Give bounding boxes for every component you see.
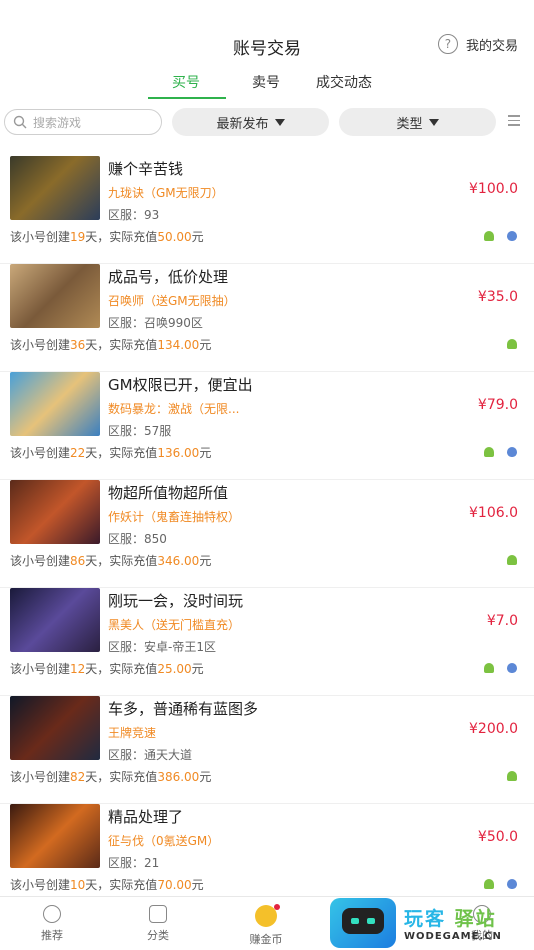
help-icon: ? <box>437 34 458 54</box>
list-item[interactable]: 物超所值物超所值 作妖计（鬼畜连抽特权） 区服：850 ¥106.0 该小号创建… <box>0 480 534 588</box>
sort-label: 最新发布 <box>216 116 269 132</box>
android-icon <box>507 339 517 349</box>
caret-down-icon <box>274 118 285 126</box>
item-server: 区服：57服 <box>108 424 172 438</box>
my-trade-label: 我的交易 <box>465 38 518 54</box>
filter-bar: 搜索游戏 最新发布 类型 <box>0 108 534 136</box>
item-info: 该小号创建86天，实际充值346.00元 <box>10 554 212 568</box>
tab-bar: 买号 卖号 成交动态 <box>0 72 534 100</box>
nav-earn-coins[interactable]: 赚金币 <box>236 904 296 947</box>
tab-sell[interactable]: 卖号 <box>252 72 280 92</box>
apple-icon <box>507 879 517 889</box>
item-info: 该小号创建36天，实际充值134.00元 <box>10 338 212 352</box>
game-thumbnail <box>10 264 100 328</box>
item-info: 该小号创建10天，实际充值70.00元 <box>10 878 204 892</box>
apple-icon <box>507 663 517 673</box>
item-title: 成品号，低价处理 <box>108 268 229 286</box>
search-icon <box>13 115 27 129</box>
game-thumbnail <box>10 696 100 760</box>
item-info: 该小号创建22天，实际充值136.00元 <box>10 446 212 460</box>
item-price: ¥35.0 <box>477 289 518 305</box>
category-icon <box>149 905 167 923</box>
apple-icon <box>507 447 517 457</box>
item-server: 区服：850 <box>108 532 167 546</box>
list-item[interactable]: 赚个辛苦钱 九珑诀（GM无限刀） 区服：93 ¥100.0 该小号创建19天，实… <box>0 156 534 264</box>
item-title: 赚个辛苦钱 <box>108 160 184 178</box>
item-game: 黑美人（送无门槛直充） <box>108 618 241 632</box>
list-item[interactable]: GM权限已开，便宜出 数码暴龙：激战（无限... 区服：57服 ¥79.0 该小… <box>0 372 534 480</box>
item-price: ¥106.0 <box>469 505 518 521</box>
tab-deals[interactable]: 成交动态 <box>316 72 372 92</box>
game-thumbnail <box>10 156 100 220</box>
nav-category[interactable]: 分类 <box>128 905 188 943</box>
header: 账号交易 ? 我的交易 <box>0 0 534 70</box>
item-info: 该小号创建19天，实际充值50.00元 <box>10 230 204 244</box>
game-thumbnail <box>10 588 100 652</box>
android-icon <box>484 879 494 889</box>
item-title: GM权限已开，便宜出 <box>108 376 253 394</box>
item-game: 九珑诀（GM无限刀） <box>108 186 224 200</box>
list-item[interactable]: 车多，普通稀有蓝图多 王牌竞速 区服：通天大道 ¥200.0 该小号创建82天，… <box>0 696 534 804</box>
game-thumbnail <box>10 372 100 436</box>
item-price: ¥79.0 <box>477 397 518 413</box>
item-game: 征与伐（0氪送GM） <box>108 834 220 848</box>
my-trade-button[interactable]: ? 我的交易 <box>437 34 518 54</box>
android-icon <box>507 555 517 565</box>
watermark: 玩客 驿站 WODEGAME.CN <box>330 896 534 950</box>
item-server: 区服：93 <box>108 208 160 222</box>
game-thumbnail <box>10 804 100 868</box>
list-item[interactable]: 成品号，低价处理 召唤师（送GM无限抽） 区服：召唤990区 ¥35.0 该小号… <box>0 264 534 372</box>
item-price: ¥100.0 <box>469 181 518 197</box>
item-price: ¥200.0 <box>469 721 518 737</box>
item-info: 该小号创建82天，实际充值386.00元 <box>10 770 212 784</box>
active-tab-indicator <box>148 97 226 99</box>
tab-buy[interactable]: 买号 <box>172 72 200 92</box>
item-title: 物超所值物超所值 <box>108 484 229 502</box>
item-game: 召唤师（送GM无限抽） <box>108 294 236 308</box>
android-icon <box>507 771 517 781</box>
search-placeholder: 搜索游戏 <box>33 115 82 130</box>
watermark-logo-icon <box>330 898 396 948</box>
game-thumbnail <box>10 480 100 544</box>
android-icon <box>484 231 494 241</box>
sort-dropdown[interactable]: 最新发布 <box>172 108 329 136</box>
notification-dot <box>274 904 280 910</box>
apple-icon <box>507 231 517 241</box>
item-price: ¥50.0 <box>477 829 518 845</box>
item-game: 王牌竞速 <box>108 726 157 740</box>
item-price: ¥7.0 <box>486 613 518 629</box>
star-icon <box>43 905 61 923</box>
item-server: 区服：通天大道 <box>108 748 193 762</box>
watermark-title: 玩客 驿站 <box>404 908 497 930</box>
item-game: 作妖计（鬼畜连抽特权） <box>108 510 241 524</box>
android-icon <box>484 663 494 673</box>
item-title: 精品处理了 <box>108 808 184 826</box>
caret-down-icon <box>428 118 439 126</box>
item-server: 区服：召唤990区 <box>108 316 203 330</box>
item-server: 区服：安卓-帝王1区 <box>108 640 216 654</box>
android-icon <box>484 447 494 457</box>
list-view-icon[interactable] <box>508 115 520 129</box>
item-title: 车多，普通稀有蓝图多 <box>108 700 259 718</box>
item-game: 数码暴龙：激战（无限... <box>108 402 240 416</box>
type-label: 类型 <box>396 116 423 132</box>
item-info: 该小号创建12天，实际充值25.00元 <box>10 662 204 676</box>
type-dropdown[interactable]: 类型 <box>339 108 496 136</box>
item-title: 刚玩一会，没时间玩 <box>108 592 244 610</box>
item-server: 区服：21 <box>108 856 160 870</box>
watermark-url: WODEGAME.CN <box>404 931 502 942</box>
coin-icon <box>255 904 280 927</box>
search-input[interactable]: 搜索游戏 <box>4 109 162 135</box>
nav-recommend[interactable]: 推荐 <box>22 905 82 943</box>
list-item[interactable]: 刚玩一会，没时间玩 黑美人（送无门槛直充） 区服：安卓-帝王1区 ¥7.0 该小… <box>0 588 534 696</box>
